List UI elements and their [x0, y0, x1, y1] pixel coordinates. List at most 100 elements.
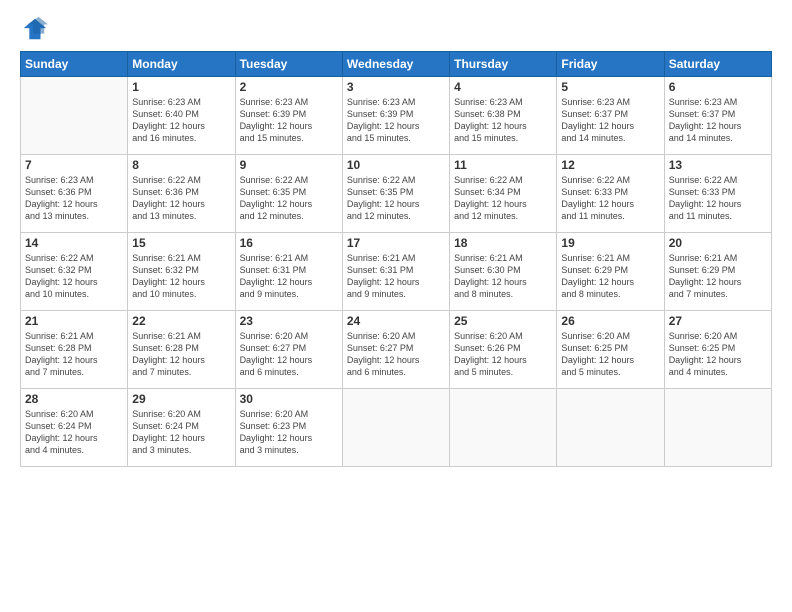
day-number: 8	[132, 158, 230, 172]
calendar-cell-w0d1: 1 Sunrise: 6:23 AM Sunset: 6:40 PM Daylig…	[128, 77, 235, 155]
day-info: Sunrise: 6:22 AM Sunset: 6:35 PM Dayligh…	[240, 174, 338, 223]
calendar-week-4: 28 Sunrise: 6:20 AM Sunset: 6:24 PM Dayli…	[21, 389, 772, 467]
calendar-cell-w0d2: 2 Sunrise: 6:23 AM Sunset: 6:39 PM Daylig…	[235, 77, 342, 155]
calendar-cell-w1d5: 12 Sunrise: 6:22 AM Sunset: 6:33 PM Dayli…	[557, 155, 664, 233]
calendar-cell-w2d0: 14 Sunrise: 6:22 AM Sunset: 6:32 PM Dayli…	[21, 233, 128, 311]
day-number: 4	[454, 80, 552, 94]
day-info: Sunrise: 6:22 AM Sunset: 6:33 PM Dayligh…	[669, 174, 767, 223]
calendar-cell-w1d4: 11 Sunrise: 6:22 AM Sunset: 6:34 PM Dayli…	[450, 155, 557, 233]
calendar-cell-w0d0	[21, 77, 128, 155]
calendar-cell-w2d3: 17 Sunrise: 6:21 AM Sunset: 6:31 PM Dayli…	[342, 233, 449, 311]
day-info: Sunrise: 6:20 AM Sunset: 6:27 PM Dayligh…	[347, 330, 445, 379]
day-number: 11	[454, 158, 552, 172]
calendar-cell-w4d3	[342, 389, 449, 467]
calendar-cell-w3d5: 26 Sunrise: 6:20 AM Sunset: 6:25 PM Dayli…	[557, 311, 664, 389]
day-number: 18	[454, 236, 552, 250]
day-number: 19	[561, 236, 659, 250]
col-header-thursday: Thursday	[450, 52, 557, 77]
col-header-monday: Monday	[128, 52, 235, 77]
calendar-header-row: SundayMondayTuesdayWednesdayThursdayFrid…	[21, 52, 772, 77]
day-info: Sunrise: 6:20 AM Sunset: 6:23 PM Dayligh…	[240, 408, 338, 457]
calendar-cell-w4d6	[664, 389, 771, 467]
day-number: 25	[454, 314, 552, 328]
day-number: 23	[240, 314, 338, 328]
day-info: Sunrise: 6:20 AM Sunset: 6:26 PM Dayligh…	[454, 330, 552, 379]
day-number: 9	[240, 158, 338, 172]
calendar-cell-w3d0: 21Sunrise: 6:21 AM Sunset: 6:28 PM Dayli…	[21, 311, 128, 389]
day-info: Sunrise: 6:23 AM Sunset: 6:39 PM Dayligh…	[347, 96, 445, 145]
day-info: Sunrise: 6:20 AM Sunset: 6:25 PM Dayligh…	[561, 330, 659, 379]
day-number: 1	[132, 80, 230, 94]
day-info: Sunrise: 6:20 AM Sunset: 6:24 PM Dayligh…	[25, 408, 123, 457]
day-number: 15	[132, 236, 230, 250]
calendar-cell-w3d1: 22 Sunrise: 6:21 AM Sunset: 6:28 PM Dayli…	[128, 311, 235, 389]
day-info: Sunrise: 6:20 AM Sunset: 6:25 PM Dayligh…	[669, 330, 767, 379]
logo	[20, 15, 52, 43]
calendar-cell-w1d2: 9 Sunrise: 6:22 AM Sunset: 6:35 PM Daylig…	[235, 155, 342, 233]
day-number: 17	[347, 236, 445, 250]
day-number: 12	[561, 158, 659, 172]
calendar-cell-w3d6: 27 Sunrise: 6:20 AM Sunset: 6:25 PM Dayli…	[664, 311, 771, 389]
page: SundayMondayTuesdayWednesdayThursdayFrid…	[0, 0, 792, 612]
logo-icon	[20, 15, 48, 43]
calendar-cell-w1d0: 7 Sunrise: 6:23 AM Sunset: 6:36 PM Daylig…	[21, 155, 128, 233]
col-header-saturday: Saturday	[664, 52, 771, 77]
day-number: 21	[25, 314, 123, 328]
calendar-cell-w3d2: 23 Sunrise: 6:20 AM Sunset: 6:27 PM Dayli…	[235, 311, 342, 389]
day-number: 27	[669, 314, 767, 328]
day-info: Sunrise: 6:20 AM Sunset: 6:27 PM Dayligh…	[240, 330, 338, 379]
calendar-cell-w2d4: 18Sunrise: 6:21 AM Sunset: 6:30 PM Dayli…	[450, 233, 557, 311]
calendar-cell-w0d3: 3 Sunrise: 6:23 AM Sunset: 6:39 PM Daylig…	[342, 77, 449, 155]
day-number: 6	[669, 80, 767, 94]
day-number: 14	[25, 236, 123, 250]
day-info: Sunrise: 6:22 AM Sunset: 6:34 PM Dayligh…	[454, 174, 552, 223]
day-number: 30	[240, 392, 338, 406]
day-info: Sunrise: 6:23 AM Sunset: 6:39 PM Dayligh…	[240, 96, 338, 145]
calendar-cell-w4d1: 29Sunrise: 6:20 AM Sunset: 6:24 PM Dayli…	[128, 389, 235, 467]
calendar-cell-w0d5: 5 Sunrise: 6:23 AM Sunset: 6:37 PM Daylig…	[557, 77, 664, 155]
day-info: Sunrise: 6:21 AM Sunset: 6:28 PM Dayligh…	[132, 330, 230, 379]
calendar-week-2: 14 Sunrise: 6:22 AM Sunset: 6:32 PM Dayli…	[21, 233, 772, 311]
day-info: Sunrise: 6:23 AM Sunset: 6:37 PM Dayligh…	[669, 96, 767, 145]
day-info: Sunrise: 6:21 AM Sunset: 6:31 PM Dayligh…	[240, 252, 338, 301]
calendar-cell-w2d2: 16 Sunrise: 6:21 AM Sunset: 6:31 PM Dayli…	[235, 233, 342, 311]
day-info: Sunrise: 6:23 AM Sunset: 6:37 PM Dayligh…	[561, 96, 659, 145]
day-number: 3	[347, 80, 445, 94]
day-number: 29	[132, 392, 230, 406]
col-header-wednesday: Wednesday	[342, 52, 449, 77]
day-info: Sunrise: 6:22 AM Sunset: 6:32 PM Dayligh…	[25, 252, 123, 301]
calendar-cell-w2d1: 15 Sunrise: 6:21 AM Sunset: 6:32 PM Dayli…	[128, 233, 235, 311]
col-header-tuesday: Tuesday	[235, 52, 342, 77]
calendar-cell-w4d4	[450, 389, 557, 467]
day-number: 24	[347, 314, 445, 328]
day-info: Sunrise: 6:22 AM Sunset: 6:36 PM Dayligh…	[132, 174, 230, 223]
calendar-cell-w1d1: 8 Sunrise: 6:22 AM Sunset: 6:36 PM Daylig…	[128, 155, 235, 233]
day-info: Sunrise: 6:21 AM Sunset: 6:32 PM Dayligh…	[132, 252, 230, 301]
day-info: Sunrise: 6:22 AM Sunset: 6:33 PM Dayligh…	[561, 174, 659, 223]
day-info: Sunrise: 6:21 AM Sunset: 6:29 PM Dayligh…	[561, 252, 659, 301]
day-number: 16	[240, 236, 338, 250]
day-number: 7	[25, 158, 123, 172]
calendar-table: SundayMondayTuesdayWednesdayThursdayFrid…	[20, 51, 772, 467]
day-info: Sunrise: 6:21 AM Sunset: 6:31 PM Dayligh…	[347, 252, 445, 301]
calendar-cell-w3d3: 24 Sunrise: 6:20 AM Sunset: 6:27 PM Dayli…	[342, 311, 449, 389]
calendar-cell-w0d4: 4 Sunrise: 6:23 AM Sunset: 6:38 PM Daylig…	[450, 77, 557, 155]
day-number: 20	[669, 236, 767, 250]
col-header-sunday: Sunday	[21, 52, 128, 77]
day-info: Sunrise: 6:23 AM Sunset: 6:40 PM Dayligh…	[132, 96, 230, 145]
day-number: 28	[25, 392, 123, 406]
header	[20, 15, 772, 43]
calendar-cell-w3d4: 25 Sunrise: 6:20 AM Sunset: 6:26 PM Dayli…	[450, 311, 557, 389]
day-number: 5	[561, 80, 659, 94]
day-info: Sunrise: 6:23 AM Sunset: 6:38 PM Dayligh…	[454, 96, 552, 145]
calendar-cell-w4d2: 30 Sunrise: 6:20 AM Sunset: 6:23 PM Dayli…	[235, 389, 342, 467]
calendar-cell-w2d6: 20Sunrise: 6:21 AM Sunset: 6:29 PM Dayli…	[664, 233, 771, 311]
calendar-cell-w4d0: 28 Sunrise: 6:20 AM Sunset: 6:24 PM Dayli…	[21, 389, 128, 467]
day-number: 13	[669, 158, 767, 172]
calendar-cell-w2d5: 19 Sunrise: 6:21 AM Sunset: 6:29 PM Dayli…	[557, 233, 664, 311]
day-number: 26	[561, 314, 659, 328]
day-number: 22	[132, 314, 230, 328]
day-info: Sunrise: 6:23 AM Sunset: 6:36 PM Dayligh…	[25, 174, 123, 223]
day-number: 2	[240, 80, 338, 94]
calendar-cell-w1d3: 10Sunrise: 6:22 AM Sunset: 6:35 PM Dayli…	[342, 155, 449, 233]
